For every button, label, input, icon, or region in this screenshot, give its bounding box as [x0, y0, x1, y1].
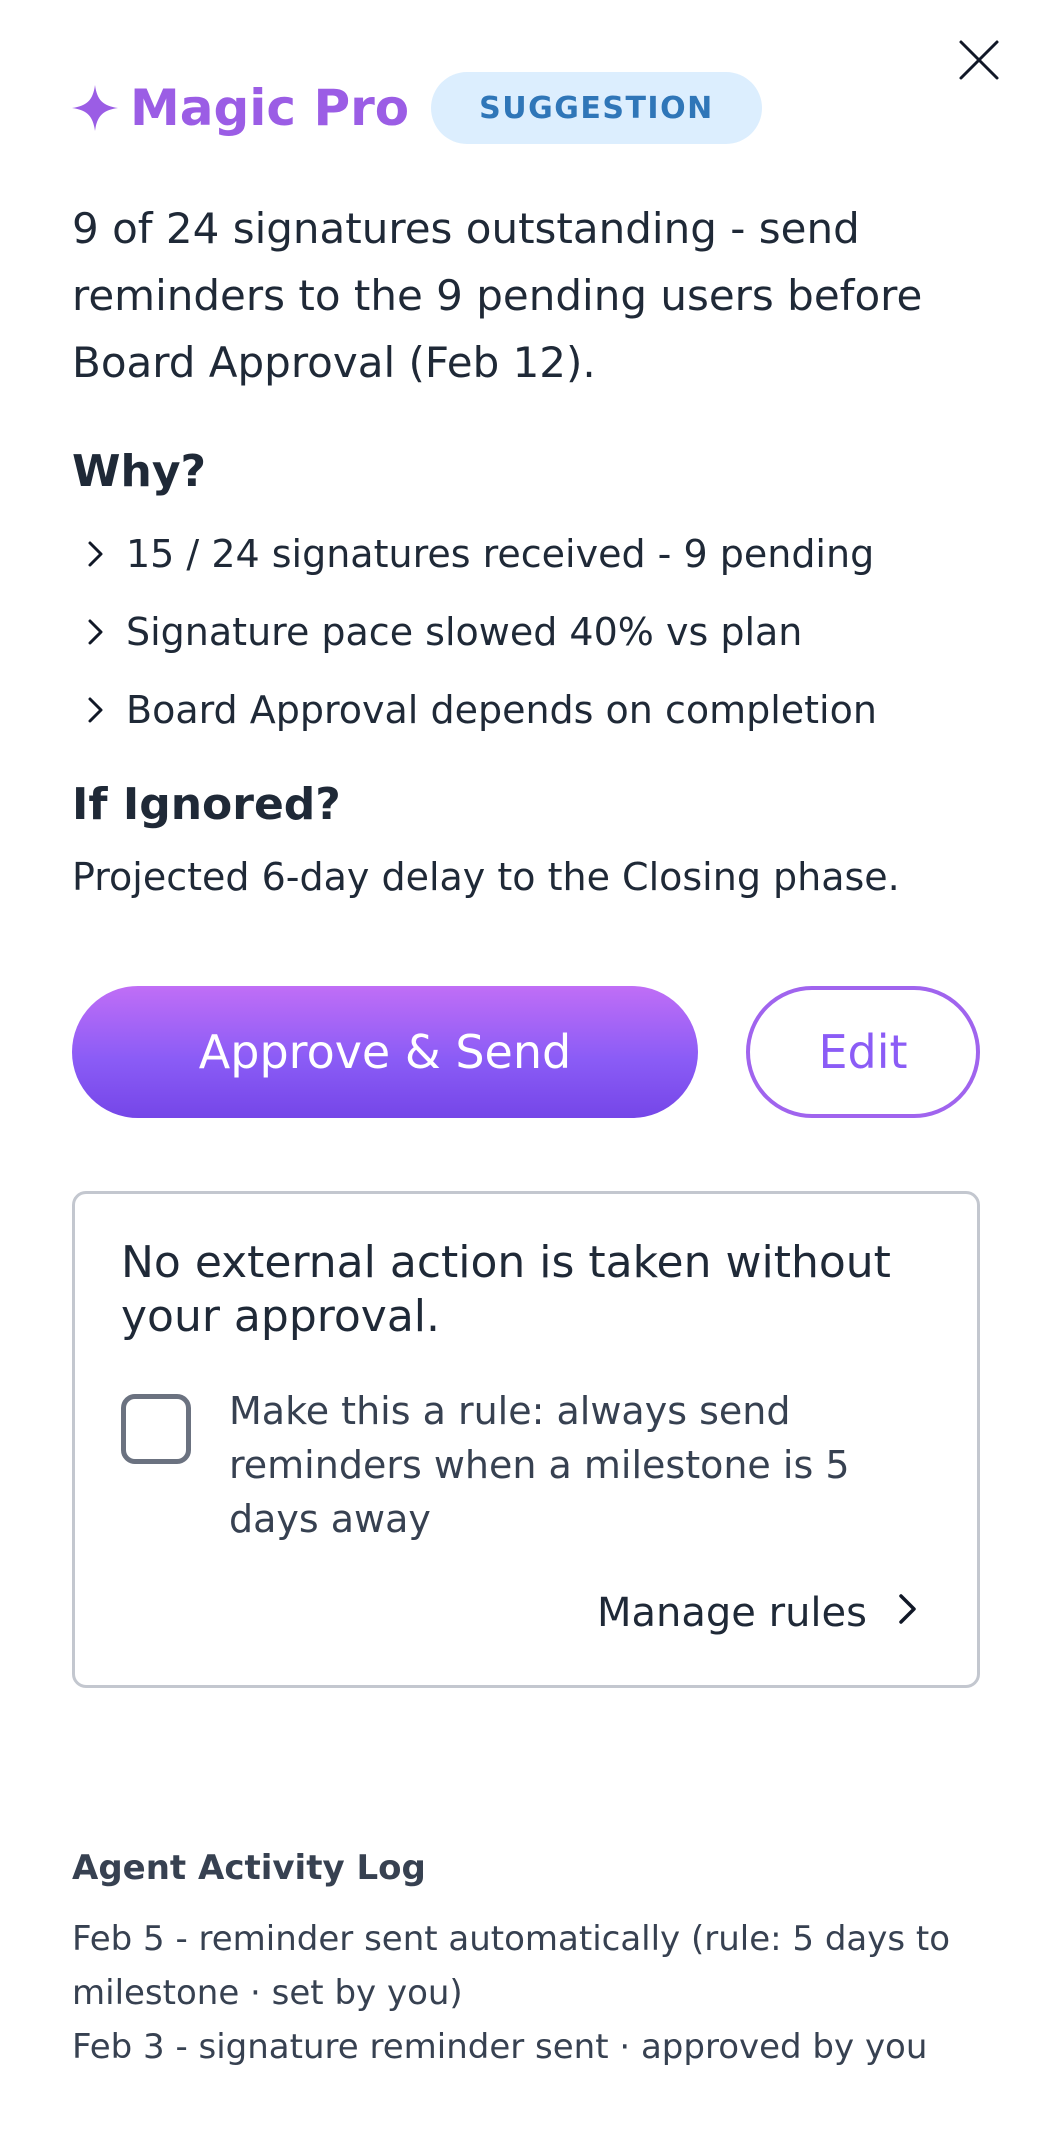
- manage-rules-label: Manage rules: [597, 1590, 867, 1636]
- why-item-label: 15 / 24 signatures received - 9 pending: [126, 532, 875, 576]
- why-item: 15 / 24 signatures received - 9 pending: [72, 515, 992, 593]
- why-title: Why?: [72, 446, 207, 497]
- activity-log-entry: Feb 5 - reminder sent automatically (rul…: [72, 1919, 951, 2013]
- if-ignored-title: If Ignored?: [72, 779, 341, 830]
- activity-log-entry: Feb 3 - signature reminder sent · approv…: [72, 2027, 928, 2067]
- why-item: Board Approval depends on completion: [72, 671, 992, 749]
- chevron-right-icon: [897, 1590, 919, 1636]
- chevron-right-icon: [72, 617, 126, 647]
- manage-rules-link[interactable]: Manage rules: [597, 1590, 919, 1636]
- suggestion-panel: Magic Pro SUGGESTION 9 of 24 signatures …: [0, 0, 1050, 2142]
- activity-log-title: Agent Activity Log: [72, 1848, 426, 1888]
- suggestion-headline: 9 of 24 signatures outstanding - send re…: [72, 204, 923, 387]
- suggestion-badge: SUGGESTION: [431, 72, 762, 144]
- approve-send-button[interactable]: Approve & Send: [72, 986, 698, 1118]
- chevron-right-icon: [72, 539, 126, 569]
- activity-log-list: Feb 5 - reminder sent automatically (rul…: [72, 1912, 972, 2074]
- sparkle-icon: [72, 85, 118, 131]
- approval-notice: No external action is taken without your…: [72, 1191, 980, 1688]
- rule-checkbox-label[interactable]: Make this a rule: always send reminders …: [229, 1384, 909, 1546]
- panel-header: Magic Pro SUGGESTION: [72, 70, 762, 146]
- why-list: 15 / 24 signatures received - 9 pending …: [72, 515, 992, 749]
- notice-title: No external action is taken without your…: [121, 1237, 891, 1342]
- close-icon: [958, 39, 1000, 85]
- why-item-label: Board Approval depends on completion: [126, 688, 877, 732]
- rule-checkbox[interactable]: [121, 1394, 191, 1464]
- brand: Magic Pro: [72, 79, 409, 137]
- why-item-label: Signature pace slowed 40% vs plan: [126, 610, 803, 654]
- edit-button[interactable]: Edit: [746, 986, 980, 1118]
- brand-name: Magic Pro: [130, 79, 410, 137]
- chevron-right-icon: [72, 695, 126, 725]
- why-item: Signature pace slowed 40% vs plan: [72, 593, 992, 671]
- close-button[interactable]: [955, 38, 1003, 86]
- if-ignored-text: Projected 6-day delay to the Closing pha…: [72, 855, 900, 899]
